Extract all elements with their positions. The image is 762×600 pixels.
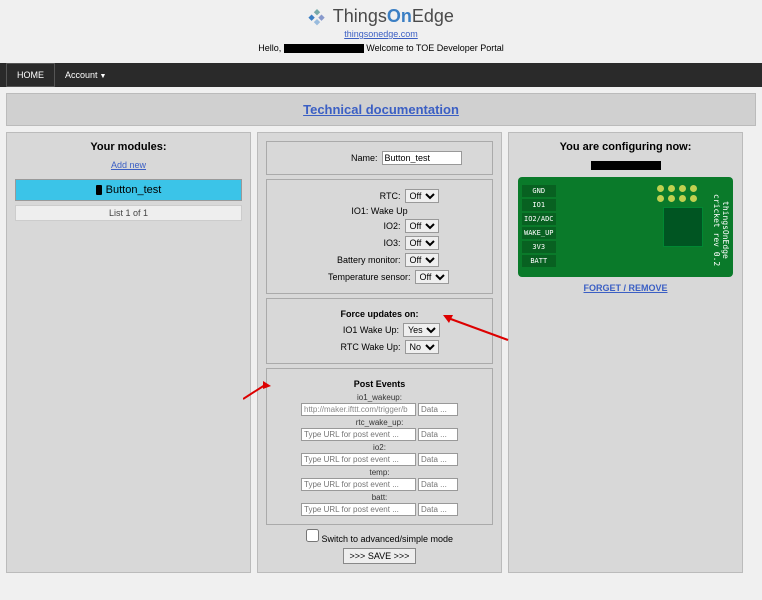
center-panel: Name: RTC: Off IO1: Wake Up IO2: Off IO3: O…	[257, 132, 502, 573]
page-header: ThingsOnEdge thingsonedge.com Hello, Wel…	[0, 0, 762, 57]
left-panel: Your modules: Add new Button_test List 1…	[6, 132, 251, 573]
pe-io1-url[interactable]	[301, 403, 416, 416]
pe-rtc-data[interactable]	[418, 428, 458, 441]
module-name: Button_test	[106, 184, 162, 196]
switch-mode-checkbox[interactable]	[306, 529, 319, 542]
io3-select[interactable]: Off	[405, 236, 439, 250]
pe-rtc-label: rtc_wake_up:	[271, 418, 488, 427]
pe-io1-label: io1_wakeup:	[271, 393, 488, 402]
pe-temp-data[interactable]	[418, 478, 458, 491]
batt-label: Battery monitor:	[321, 255, 401, 265]
configuring-title: You are configuring now:	[517, 141, 734, 153]
io2-select[interactable]: Off	[405, 219, 439, 233]
pe-batt-url[interactable]	[301, 503, 416, 516]
greeting-welcome: Welcome to TOE Developer Portal	[366, 43, 504, 53]
nav-account-label: Account	[65, 70, 98, 80]
site-link[interactable]: thingsonedge.com	[0, 29, 762, 39]
force-rtc-label: RTC Wake Up:	[321, 342, 401, 352]
nav-home[interactable]: HOME	[6, 63, 55, 87]
pe-rtc-url[interactable]	[301, 428, 416, 441]
logo-icon	[308, 8, 326, 26]
pe-batt-data[interactable]	[418, 503, 458, 516]
logo-text-on: On	[387, 6, 412, 26]
module-item-selected[interactable]: Button_test	[15, 179, 242, 201]
rtc-select[interactable]: Off	[405, 189, 439, 203]
pcb-brand: thingsOnEdge cricket rev 0.2	[712, 183, 730, 277]
name-input[interactable]	[382, 151, 462, 165]
temp-label: Temperature sensor:	[311, 272, 411, 282]
pe-temp-label: temp:	[271, 468, 488, 477]
pe-io2-data[interactable]	[418, 453, 458, 466]
force-rtc-select[interactable]: No	[405, 340, 439, 354]
add-new-link[interactable]: Add new	[111, 160, 146, 170]
technical-docs-link[interactable]: Technical documentation	[303, 102, 459, 117]
temp-select[interactable]: Off	[415, 270, 449, 284]
right-panel: You are configuring now: GND IO1 IO2/ADC…	[508, 132, 743, 573]
io1-wakeup-label: IO1: Wake Up	[351, 206, 407, 216]
io2-label: IO2:	[321, 221, 401, 231]
doc-banner: Technical documentation	[6, 93, 756, 126]
navbar: HOME Account▼	[0, 63, 762, 87]
pe-io2-url[interactable]	[301, 453, 416, 466]
save-button[interactable]: >>> SAVE >>>	[343, 548, 417, 564]
switch-mode-label: Switch to advanced/simple mode	[321, 534, 453, 544]
username-redacted	[284, 44, 364, 53]
module-icon	[96, 185, 102, 195]
logo-text-things: Things	[333, 6, 387, 26]
pe-batt-label: batt:	[271, 493, 488, 502]
caret-down-icon: ▼	[100, 73, 107, 80]
force-updates-title: Force updates on:	[271, 309, 488, 319]
forget-remove-link[interactable]: FORGET / REMOVE	[517, 283, 734, 293]
device-name-redacted	[591, 161, 661, 170]
pe-io2-label: io2:	[271, 443, 488, 452]
modules-title: Your modules:	[15, 141, 242, 153]
logo: ThingsOnEdge	[0, 6, 762, 27]
pe-io1-data[interactable]	[418, 403, 458, 416]
batt-select[interactable]: Off	[405, 253, 439, 267]
nav-account[interactable]: Account▼	[55, 64, 116, 86]
force-io1-select[interactable]: Yes	[403, 323, 440, 337]
list-counter: List 1 of 1	[15, 205, 242, 221]
greeting: Hello, Welcome to TOE Developer Portal	[0, 43, 762, 53]
post-events-title: Post Events	[271, 379, 488, 389]
pe-temp-url[interactable]	[301, 478, 416, 491]
pcb-pins: GND IO1 IO2/ADC WAKE_UP 3V3 BATT	[522, 183, 556, 269]
greeting-hello: Hello,	[258, 43, 284, 53]
name-label: Name:	[298, 153, 378, 163]
logo-text-edge: Edge	[412, 6, 454, 26]
force-io1-label: IO1 Wake Up:	[319, 325, 399, 335]
io3-label: IO3:	[321, 238, 401, 248]
pcb-image: GND IO1 IO2/ADC WAKE_UP 3V3 BATT thingsO…	[518, 177, 733, 277]
rtc-label: RTC:	[321, 191, 401, 201]
